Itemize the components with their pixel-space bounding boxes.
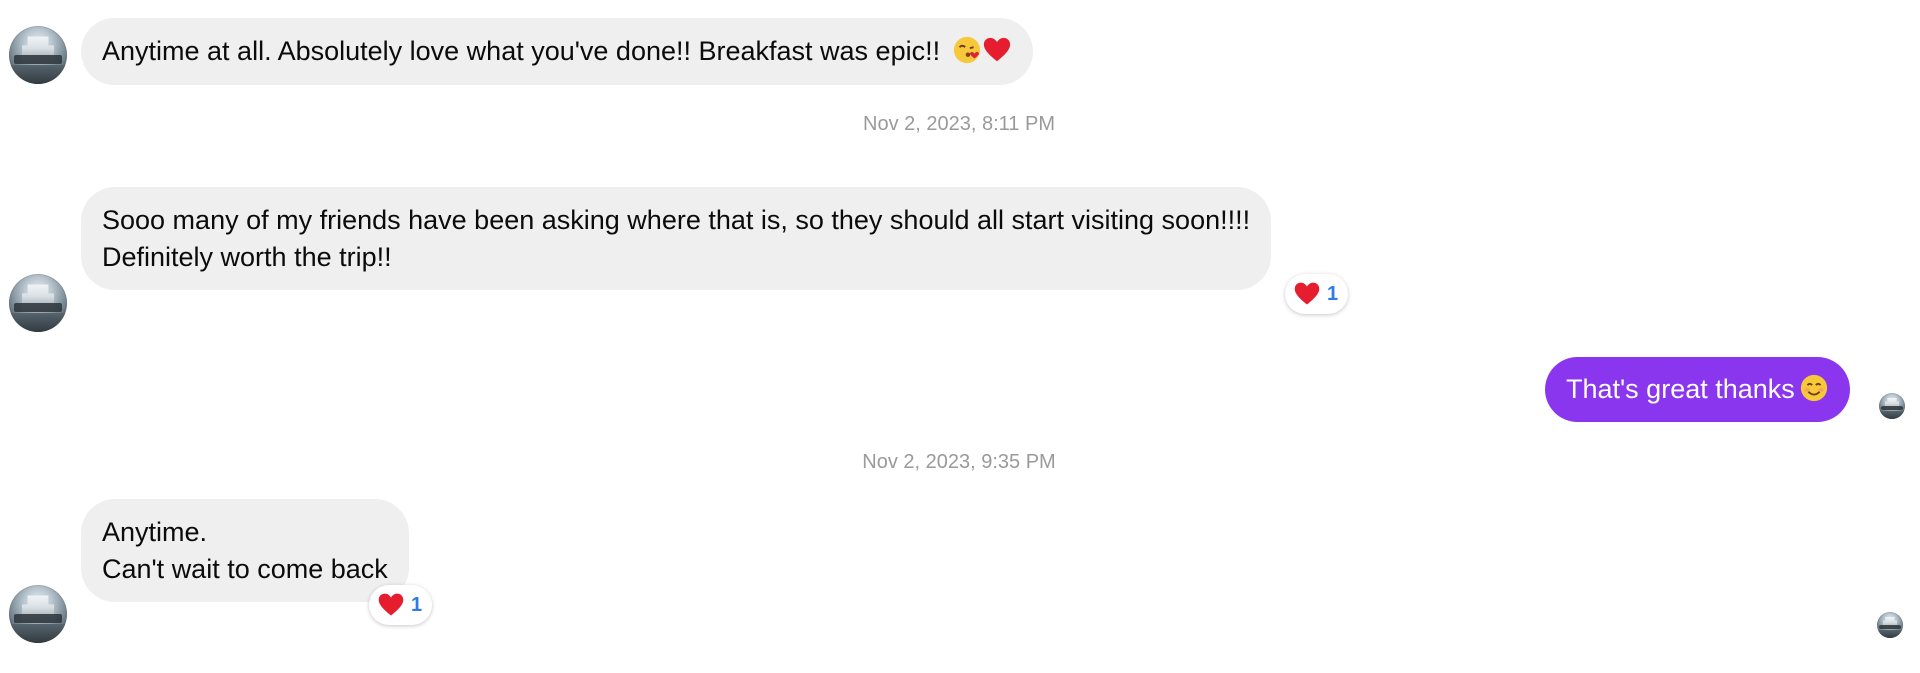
heart-reaction[interactable]: 1 [1285,274,1349,314]
message-text: Can't wait to come back [102,554,388,584]
contact-avatar[interactable] [9,274,67,332]
heart-reaction[interactable]: 1 [369,585,433,625]
message-bubble-incoming[interactable]: Anytime. Can't wait to come back [81,499,409,602]
message-text: Anytime at all. Absolutely love what you… [102,36,941,66]
message-bubble-incoming[interactable]: Anytime at all. Absolutely love what you… [81,18,1033,85]
message-bubble-outgoing[interactable]: That's great thanks [1545,357,1850,422]
message-text: Anytime. [102,517,208,547]
red-heart-icon [378,593,404,616]
contact-avatar[interactable] [9,26,67,84]
kissing-face-emoji [953,36,980,64]
message-thread: Anytime at all. Absolutely love what you… [0,0,1920,673]
self-avatar[interactable] [1879,393,1905,419]
red-heart-icon [1294,282,1320,305]
timestamp: Nov 2, 2023, 8:11 PM [863,113,1055,135]
reaction-count: 1 [1327,282,1339,305]
message-text: That's great thanks [1566,374,1795,404]
smiling-face-emoji [1800,374,1827,402]
reaction-count: 1 [411,593,423,616]
red-heart-emoji [983,37,1010,62]
contact-avatar[interactable] [9,585,67,643]
message-bubble-incoming[interactable]: Sooo many of my friends have been asking… [81,187,1272,290]
self-avatar[interactable] [1877,612,1903,638]
timestamp: Nov 2, 2023, 9:35 PM [862,451,1056,473]
message-text: Sooo many of my friends have been asking… [102,205,1251,235]
message-text: Definitely worth the trip!! [102,242,392,272]
